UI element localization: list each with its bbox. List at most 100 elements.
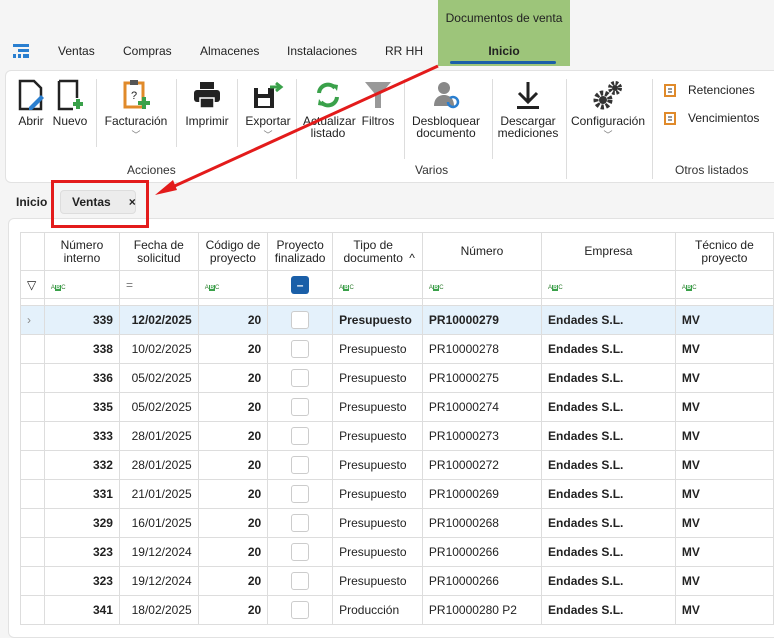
filter-cell[interactable]: ABC	[43, 270, 120, 299]
printer-icon	[182, 79, 232, 111]
configuracion-dropdown[interactable]: Configuración ﹀	[570, 79, 646, 141]
table-row[interactable]: 338 10/02/2025 20 Presupuesto PR10000278 Enda…	[20, 334, 774, 364]
cell-finalizado[interactable]	[267, 537, 334, 567]
menu-tab-compras[interactable]: Compras	[123, 44, 172, 58]
table-row[interactable]: 341 18/02/2025 20 Producción PR10000280 P2 En…	[20, 595, 774, 625]
cell-finalizado[interactable]	[267, 595, 334, 625]
checkbox[interactable]	[291, 456, 310, 474]
group-label-varios: Varios	[415, 163, 449, 177]
cell: 18/02/2025	[118, 595, 199, 625]
column-header[interactable]: Fecha de solicitud	[118, 232, 199, 271]
spacer	[674, 298, 774, 306]
checkbox[interactable]	[291, 543, 310, 561]
checkbox[interactable]	[291, 427, 310, 445]
column-header[interactable]: Número	[421, 232, 543, 271]
exportar-dropdown[interactable]: Exportar ﹀	[242, 79, 294, 141]
cell-finalizado[interactable]	[267, 450, 334, 480]
filter-cell[interactable]: =	[118, 270, 199, 299]
table-row[interactable]: 329 16/01/2025 20 Presupuesto PR10000268 Enda…	[20, 508, 774, 538]
checkbox[interactable]	[291, 369, 310, 387]
row-expander[interactable]	[20, 334, 45, 364]
cell: Endades S.L.	[541, 479, 676, 509]
table-row[interactable]: 331 21/01/2025 20 Presupuesto PR10000269 Enda…	[20, 479, 774, 509]
cell-finalizado[interactable]	[267, 566, 334, 596]
column-header[interactable]: Número interno	[43, 232, 120, 271]
facturacion-dropdown[interactable]: ? Facturación ﹀	[102, 79, 170, 141]
column-header[interactable]: Proyecto finalizado	[267, 232, 334, 271]
actualizar-listado-button[interactable]: Actualizar listado	[300, 79, 356, 139]
row-expander[interactable]	[20, 363, 45, 393]
breadcrumb-home[interactable]: Inicio	[16, 195, 47, 209]
cell: MV	[674, 363, 774, 393]
table-row[interactable]: 323 19/12/2024 20 Presupuesto PR10000266 Enda…	[20, 537, 774, 567]
row-expander[interactable]: ›	[20, 305, 45, 335]
row-expander[interactable]	[20, 566, 45, 596]
filter-cell[interactable]: ABC	[421, 270, 543, 299]
cell-finalizado[interactable]	[267, 334, 334, 364]
column-header[interactable]: Técnico de proyecto	[674, 232, 774, 271]
retenciones-button[interactable]: Retenciones	[664, 83, 755, 97]
table-row[interactable]: › 339 12/02/2025 20 Presupuesto PR10000279 End…	[20, 305, 774, 335]
row-expander[interactable]	[20, 595, 45, 625]
menu-tab-ventas[interactable]: Ventas	[58, 44, 95, 58]
cell: 20	[197, 537, 269, 567]
cell-finalizado[interactable]	[267, 363, 334, 393]
cell-finalizado[interactable]	[267, 479, 334, 509]
menu-tab-rrhh[interactable]: RR HH	[385, 44, 423, 58]
filter-cell[interactable]: –	[267, 270, 334, 299]
separator	[404, 79, 405, 159]
nuevo-button[interactable]: Nuevo	[50, 79, 90, 127]
filtros-button[interactable]: Filtros	[358, 79, 398, 127]
checkbox[interactable]	[291, 572, 310, 590]
checkbox[interactable]	[291, 340, 310, 358]
table-row[interactable]: 332 28/01/2025 20 Presupuesto PR10000272 Enda…	[20, 450, 774, 480]
filter-cell[interactable]: ABC	[541, 270, 676, 299]
row-expander[interactable]	[20, 421, 45, 451]
filter-icon[interactable]: ▽	[20, 270, 45, 299]
cell-finalizado[interactable]	[267, 508, 334, 538]
spacer	[197, 298, 269, 306]
spacer	[20, 298, 45, 306]
cell-finalizado[interactable]	[267, 305, 334, 335]
row-expander[interactable]	[20, 537, 45, 567]
cell: 05/02/2025	[118, 363, 199, 393]
filter-cell[interactable]: ABC	[332, 270, 423, 299]
checkbox[interactable]	[291, 514, 310, 532]
menu-tab-almacenes[interactable]: Almacenes	[200, 44, 259, 58]
descargar-mediciones-button[interactable]: Descargar mediciones	[496, 79, 560, 139]
abrir-button[interactable]: Abrir	[14, 79, 48, 127]
cell: 20	[197, 566, 269, 596]
gears-icon	[570, 79, 646, 111]
indeterminate-checkbox[interactable]: –	[291, 275, 310, 294]
table-row[interactable]: 335 05/02/2025 20 Presupuesto PR10000274 Enda…	[20, 392, 774, 422]
filter-cell[interactable]: ABC	[197, 270, 269, 299]
table-row[interactable]: 333 28/01/2025 20 Presupuesto PR10000273 Enda…	[20, 421, 774, 451]
table-row[interactable]: 323 19/12/2024 20 Presupuesto PR10000266 Enda…	[20, 566, 774, 596]
desbloquear-documento-button[interactable]: Desbloquear documento	[409, 79, 483, 139]
text-filter-icon: ABC	[681, 284, 697, 291]
checkbox[interactable]	[291, 311, 310, 329]
vencimientos-button[interactable]: Vencimientos	[664, 111, 759, 125]
cell: PR10000278	[421, 334, 543, 364]
checkbox[interactable]	[291, 398, 310, 416]
table-row[interactable]: 336 05/02/2025 20 Presupuesto PR10000275 Enda…	[20, 363, 774, 393]
row-expander[interactable]	[20, 450, 45, 480]
cell: PR10000280 P2	[421, 595, 543, 625]
cell-finalizado[interactable]	[267, 421, 334, 451]
column-header[interactable]: Empresa	[541, 232, 676, 271]
download-icon	[496, 79, 560, 111]
checkbox[interactable]	[291, 601, 310, 619]
filter-cell[interactable]: ABC	[674, 270, 774, 299]
checkbox[interactable]	[291, 485, 310, 503]
cell-finalizado[interactable]	[267, 392, 334, 422]
cell: PR10000269	[421, 479, 543, 509]
tab-inicio[interactable]: Inicio	[438, 44, 570, 58]
column-header[interactable]: Código de proyecto	[197, 232, 269, 271]
row-expander[interactable]	[20, 392, 45, 422]
header-label: Número interno	[60, 237, 104, 265]
column-header[interactable]: Tipo de documento ^	[332, 232, 423, 271]
row-expander[interactable]	[20, 479, 45, 509]
menu-tab-instalaciones[interactable]: Instalaciones	[287, 44, 357, 58]
row-expander[interactable]	[20, 508, 45, 538]
imprimir-button[interactable]: Imprimir	[182, 79, 232, 127]
